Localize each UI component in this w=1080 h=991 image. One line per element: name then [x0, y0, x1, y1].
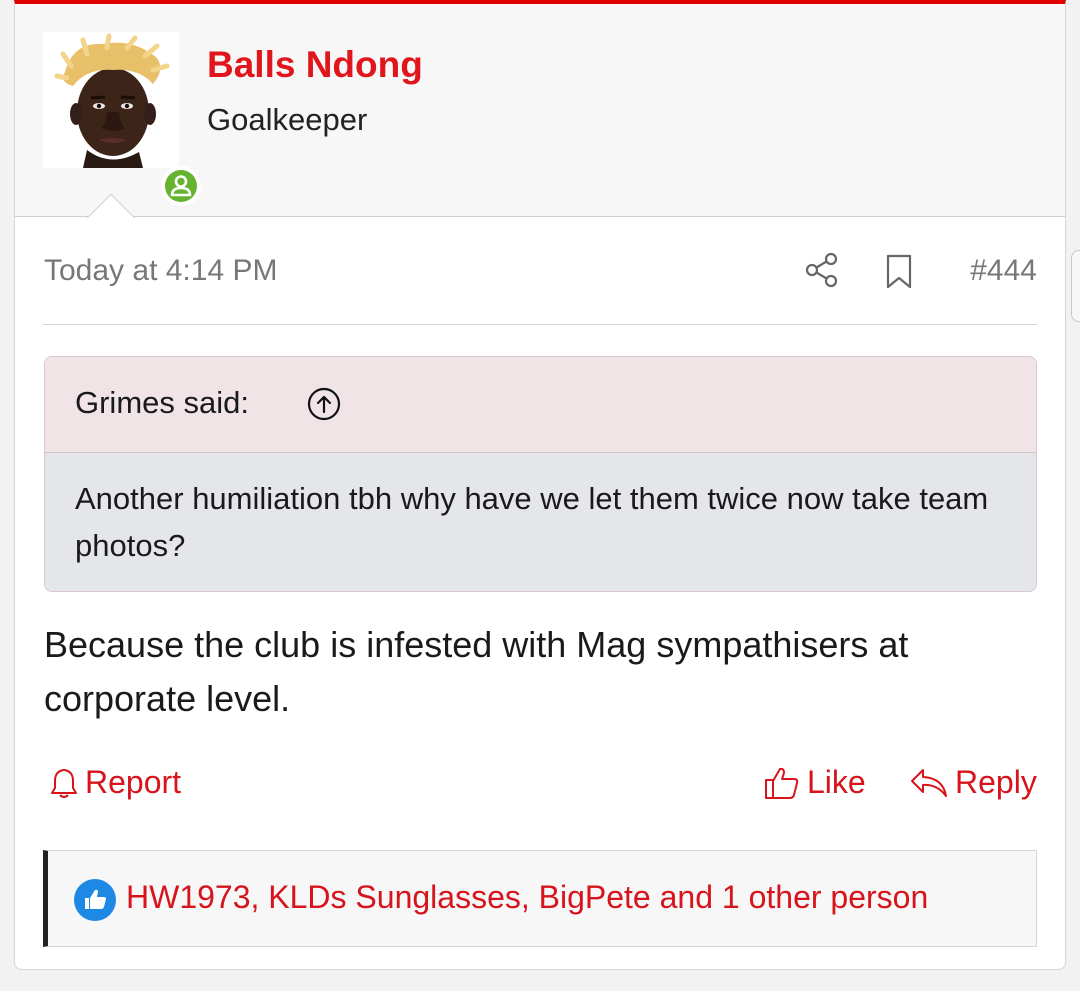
post-number-link[interactable]: #444 — [970, 254, 1037, 288]
reply-button[interactable]: Reply — [909, 764, 1037, 801]
message-arrow — [85, 192, 137, 218]
reactions-bar[interactable]: HW1973, KLDs Sunglasses, BigPete and 1 o… — [43, 850, 1037, 947]
user-title: Goalkeeper — [207, 102, 368, 137]
post-body-text: Because the club is infested with Mag sy… — [44, 624, 909, 719]
avatar[interactable] — [43, 32, 201, 206]
post-card: Balls Ndong Goalkeeper Today at 4:14 PM … — [14, 0, 1066, 970]
bookmark-icon[interactable] — [885, 254, 913, 295]
user-status-icon — [170, 175, 192, 197]
username-link[interactable]: Balls Ndong — [207, 44, 423, 86]
report-button[interactable]: Report — [49, 764, 181, 801]
quote-body: Another humiliation tbh why have we let … — [45, 453, 1036, 591]
like-reaction-icon — [74, 879, 116, 921]
quote-text: Another humiliation tbh why have we let … — [75, 481, 989, 563]
reaction-users-link[interactable]: HW1973, KLDs Sunglasses, BigPete and 1 o… — [126, 879, 928, 916]
post-date[interactable]: Today at 4:14 PM — [44, 254, 277, 288]
quote-author[interactable]: Grimes said: — [75, 385, 249, 421]
like-label: Like — [807, 764, 866, 800]
divider — [43, 324, 1037, 325]
scrollbar-handle[interactable] — [1071, 250, 1080, 322]
like-button[interactable]: Like — [763, 764, 866, 801]
share-icon[interactable] — [805, 252, 839, 293]
avatar-image — [43, 32, 179, 168]
reply-icon — [911, 768, 947, 797]
thumbs-up-icon — [765, 767, 799, 799]
jump-to-quote-icon[interactable] — [307, 387, 341, 426]
quote-block: Grimes said: Another humiliation tbh why… — [44, 356, 1037, 592]
user-block: Balls Ndong Goalkeeper — [15, 4, 1065, 217]
report-label: Report — [85, 764, 182, 800]
bell-icon — [51, 768, 77, 798]
quote-header: Grimes said: — [45, 357, 1036, 453]
reply-label: Reply — [955, 764, 1037, 800]
online-status-badge — [161, 166, 201, 206]
